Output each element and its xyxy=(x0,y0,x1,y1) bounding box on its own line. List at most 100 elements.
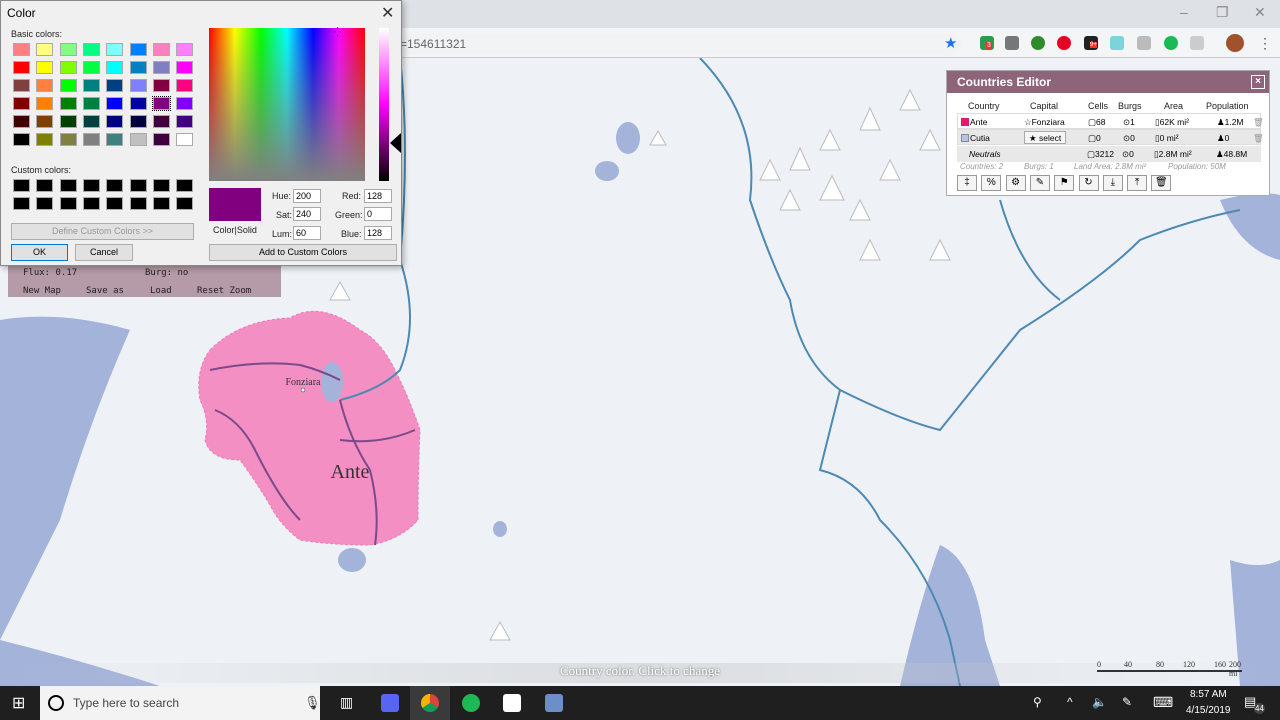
basic-color-swatch[interactable] xyxy=(59,97,77,110)
brush-icon[interactable]: ✎ xyxy=(1029,175,1050,191)
basic-color-swatch[interactable] xyxy=(13,79,30,92)
shopping-bag-icon[interactable] xyxy=(1005,36,1019,50)
custom-color-swatch[interactable] xyxy=(36,179,54,192)
app-icon[interactable] xyxy=(545,694,563,712)
basic-color-swatch[interactable] xyxy=(59,133,77,146)
save-as-button[interactable]: Save as xyxy=(86,286,124,296)
basic-color-swatch[interactable] xyxy=(59,43,77,56)
load-button[interactable]: Load xyxy=(150,286,172,296)
bookmark-star-icon[interactable]: ★ xyxy=(944,34,957,52)
address-bar[interactable]: =154611321 xyxy=(392,33,962,55)
basic-color-swatch[interactable] xyxy=(106,61,124,74)
custom-color-swatch[interactable] xyxy=(129,197,147,210)
extension-icon[interactable] xyxy=(1190,36,1204,50)
basic-color-swatch[interactable] xyxy=(36,43,54,56)
keyboard-icon[interactable]: ⌨ xyxy=(1153,694,1173,711)
table-row[interactable]: Cutia ★ select ▢0 ⊙0 ▯0 mi² ♟0 🗑 xyxy=(957,129,1264,146)
extension-icon[interactable]: 3 xyxy=(980,36,994,50)
basic-color-swatch[interactable] xyxy=(152,43,170,56)
trash-icon[interactable]: 🗑 xyxy=(1253,114,1264,130)
extension-icon[interactable] xyxy=(1110,36,1124,50)
basic-color-swatch[interactable] xyxy=(59,115,77,128)
basic-color-swatch[interactable] xyxy=(82,115,100,128)
table-row[interactable]: Ante ☆Fonziara ▢68 ⊙1 ▯62K mi² ♟1.2M 🗑 xyxy=(957,113,1264,130)
basic-color-swatch[interactable] xyxy=(106,115,124,128)
store-icon[interactable] xyxy=(503,694,521,712)
burg-label[interactable]: Fonziara xyxy=(286,377,322,388)
column-header[interactable]: Area xyxy=(1164,101,1183,111)
basic-color-swatch[interactable] xyxy=(176,133,194,146)
extension-icon[interactable] xyxy=(1137,36,1151,50)
custom-color-swatch[interactable] xyxy=(106,197,124,210)
luminance-arrow-icon[interactable] xyxy=(390,133,401,153)
custom-color-swatch[interactable] xyxy=(59,179,77,192)
volume-icon[interactable]: 🔈 xyxy=(1092,695,1107,709)
basic-color-swatch[interactable] xyxy=(129,133,147,146)
color-spectrum[interactable] xyxy=(209,28,365,181)
basic-color-swatch[interactable] xyxy=(13,61,30,74)
country-name[interactable]: Cutia xyxy=(970,130,990,146)
basic-color-swatch[interactable] xyxy=(82,43,100,56)
clock-time[interactable]: 8:57 AM xyxy=(1190,689,1227,700)
custom-color-swatch[interactable] xyxy=(13,179,30,192)
hue-input[interactable]: 200 xyxy=(293,189,321,203)
basic-color-swatch[interactable] xyxy=(176,43,194,56)
spotify-icon[interactable] xyxy=(462,694,480,712)
basic-color-swatch[interactable] xyxy=(106,43,124,56)
blue-input[interactable]: 128 xyxy=(364,226,392,240)
basic-color-swatch[interactable] xyxy=(36,133,54,146)
upload-icon[interactable]: ⤒ xyxy=(1127,175,1148,191)
basic-color-swatch[interactable] xyxy=(36,115,54,128)
close-icon[interactable]: ✕ xyxy=(381,3,394,23)
lum-input[interactable]: 60 xyxy=(293,226,321,240)
custom-color-swatch[interactable] xyxy=(82,179,100,192)
define-custom-colors-button[interactable]: Define Custom Colors >> xyxy=(11,223,194,240)
new-map-button[interactable]: New Map xyxy=(23,286,61,296)
column-header[interactable]: Cells xyxy=(1088,101,1108,111)
basic-color-swatch[interactable] xyxy=(36,61,54,74)
custom-color-swatch[interactable] xyxy=(36,197,54,210)
basic-color-swatch[interactable] xyxy=(129,61,147,74)
basic-color-swatch[interactable] xyxy=(106,133,124,146)
country-name[interactable]: Ante xyxy=(970,114,988,130)
basic-color-swatch[interactable] xyxy=(176,115,194,128)
basic-color-swatch[interactable] xyxy=(151,96,171,111)
crosshair-icon[interactable]: ⁛ xyxy=(334,27,341,38)
grammarly-icon[interactable] xyxy=(1164,36,1178,50)
taskbar-search[interactable]: Type here to search xyxy=(40,686,320,720)
download-icon[interactable]: ⤓ xyxy=(1102,175,1123,191)
pen-icon[interactable]: ✎ xyxy=(1122,695,1132,709)
regenerate-icon[interactable]: ‡ xyxy=(957,175,977,191)
app-icon[interactable] xyxy=(381,694,399,712)
basic-color-swatch[interactable] xyxy=(176,79,194,92)
custom-color-swatch[interactable] xyxy=(82,197,100,210)
task-view-icon[interactable]: ▥ xyxy=(340,694,353,711)
column-header[interactable]: Capital xyxy=(1030,101,1058,111)
population[interactable]: ♟1.2M xyxy=(1217,114,1244,130)
population[interactable]: ♟0 xyxy=(1217,130,1229,146)
basic-color-swatch[interactable] xyxy=(176,61,194,74)
percent-icon[interactable]: % xyxy=(981,175,1002,191)
gears-icon[interactable]: ⚙ xyxy=(1005,175,1026,191)
basic-color-swatch[interactable] xyxy=(176,97,194,110)
restore-button[interactable]: ❐ xyxy=(1216,4,1229,21)
chevron-up-icon[interactable]: ^ xyxy=(1067,695,1073,709)
close-window-button[interactable]: ✕ xyxy=(1254,4,1266,21)
custom-color-swatch[interactable] xyxy=(176,179,194,192)
basic-color-swatch[interactable] xyxy=(82,61,100,74)
windows-start-icon[interactable]: ⊞ xyxy=(12,693,25,713)
microphone-icon[interactable]: 🎙 xyxy=(304,695,321,711)
basic-color-swatch[interactable] xyxy=(82,97,100,110)
basic-color-swatch[interactable] xyxy=(13,133,30,146)
add-to-custom-colors-button[interactable]: Add to Custom Colors xyxy=(209,244,397,261)
people-icon[interactable]: ⚲ xyxy=(1033,695,1042,709)
basic-color-swatch[interactable] xyxy=(36,97,54,110)
country-color-swatch[interactable] xyxy=(961,118,969,126)
basic-color-swatch[interactable] xyxy=(59,61,77,74)
column-header[interactable]: Burgs xyxy=(1118,101,1142,111)
basic-color-swatch[interactable] xyxy=(129,115,147,128)
basic-color-swatch[interactable] xyxy=(152,115,170,128)
basic-color-swatch[interactable] xyxy=(129,43,147,56)
basic-color-swatch[interactable] xyxy=(152,79,170,92)
basic-color-swatch[interactable] xyxy=(129,79,147,92)
